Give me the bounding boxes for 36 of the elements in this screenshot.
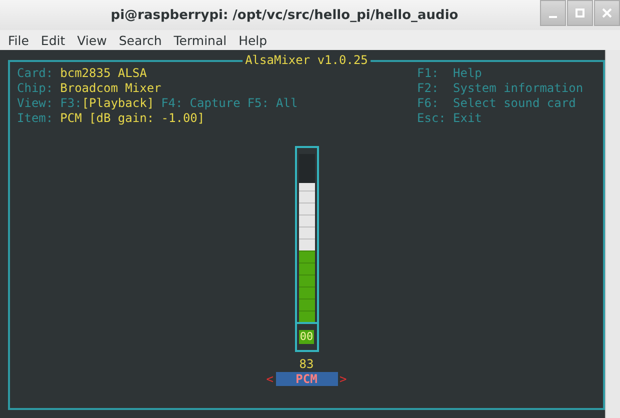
minimize-icon — [549, 16, 557, 18]
help-text: System information — [453, 81, 584, 96]
item-label: Item: — [17, 111, 54, 126]
menu-item[interactable]: File — [3, 32, 36, 48]
menu-item[interactable]: Help — [234, 32, 274, 48]
scrollbar[interactable] — [605, 50, 620, 418]
close-button[interactable] — [594, 0, 620, 26]
help-key: F6: — [417, 96, 453, 111]
info-value: bcm2835 ALSA — [60, 66, 147, 81]
help-text: Exit — [453, 111, 482, 126]
help-key: F1: — [417, 66, 453, 81]
item-value: PCM [dB gain: -1.00] — [60, 111, 205, 126]
minimize-button[interactable] — [540, 0, 566, 26]
menu-item[interactable]: Search — [114, 32, 169, 48]
help-text: Select sound card — [453, 96, 576, 111]
view-key: F5: — [247, 96, 270, 111]
info-value: Broadcom Mixer — [60, 81, 162, 96]
view-key: F4: — [161, 96, 183, 111]
view-option[interactable]: [Playback] — [82, 96, 154, 111]
close-icon — [602, 8, 612, 18]
help-key: Esc: — [417, 111, 453, 126]
menu-item[interactable]: View — [72, 32, 114, 48]
info-label: Card: — [17, 66, 54, 81]
right-arrow: > — [340, 372, 347, 386]
info-label: Chip: — [17, 81, 54, 96]
window-title: pi@raspberrypi: /opt/vc/src/hello_pi/hello_audio — [110, 8, 460, 22]
help-text: Help — [453, 66, 482, 81]
menu-item[interactable]: Edit — [36, 32, 72, 48]
left-arrow: < — [266, 372, 274, 386]
view-label: View: — [17, 96, 54, 111]
maximize-icon — [575, 8, 585, 18]
help-key: F2: — [417, 81, 453, 96]
menu-item[interactable]: Terminal — [168, 32, 234, 48]
view-key: F3: — [60, 96, 82, 111]
volume-value: 83 — [299, 357, 314, 371]
maximize-button[interactable] — [567, 0, 593, 26]
